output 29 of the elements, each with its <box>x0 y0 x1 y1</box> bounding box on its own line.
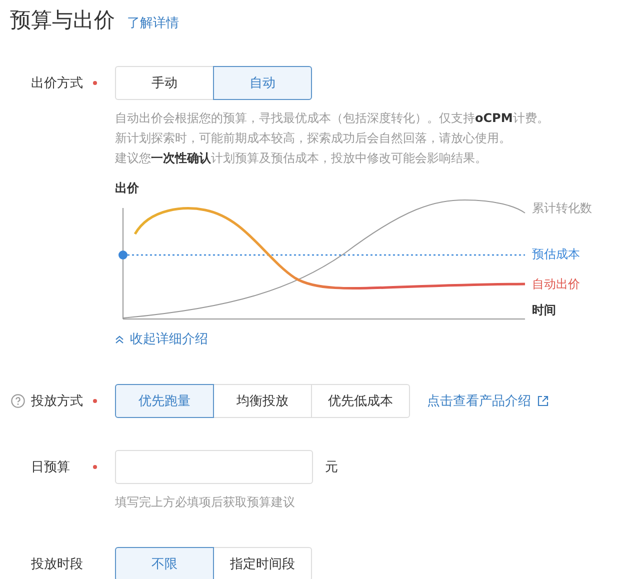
help-icon[interactable] <box>11 394 25 408</box>
details-link[interactable]: 了解详情 <box>127 14 179 32</box>
option-button[interactable]: 优先跑量 <box>115 384 214 418</box>
curve-label: 预估成本 <box>532 246 580 263</box>
unit-label: 元 <box>325 459 338 476</box>
description-text: 自动出价会根据您的预算，寻找最优成本（包括深度转化）。仅支持oCPM计费。 <box>115 110 550 127</box>
budget-input[interactable] <box>115 450 313 484</box>
external-link-icon[interactable] <box>537 395 549 407</box>
product-intro-link[interactable]: 点击查看产品介绍 <box>427 392 531 410</box>
field-label: 投放方式 <box>31 393 84 410</box>
option-button[interactable]: 自动 <box>213 66 312 100</box>
page-title: 预算与出价 <box>10 7 115 34</box>
collapse-link[interactable]: 收起详细介绍 <box>130 330 208 348</box>
option-button[interactable]: 手动 <box>115 66 214 100</box>
option-button[interactable]: 指定时间段 <box>213 547 312 579</box>
curve-label: 自动出价 <box>532 276 580 293</box>
hint-text: 填写完上方必填项后获取预算建议 <box>115 494 296 511</box>
field-label: 日预算 <box>31 459 71 476</box>
description-text: 新计划探索时，可能前期成本较高，探索成功后会自然回落，请放心使用。 <box>115 130 512 147</box>
axis-label: 出价 <box>115 180 139 197</box>
collapse-icon <box>115 334 124 344</box>
option-button[interactable]: 不限 <box>115 547 214 579</box>
field-label: 出价方式 <box>31 75 84 92</box>
option-button[interactable]: 均衡投放 <box>213 384 312 418</box>
field-label: 投放时段 <box>31 556 84 573</box>
option-button[interactable]: 优先低成本 <box>311 384 410 418</box>
description-text: 建议您一次性确认计划预算及预估成本，投放中修改可能会影响结果。 <box>115 150 488 167</box>
curve-label: 累计转化数 <box>532 200 592 217</box>
axis-label: 时间 <box>532 302 556 319</box>
